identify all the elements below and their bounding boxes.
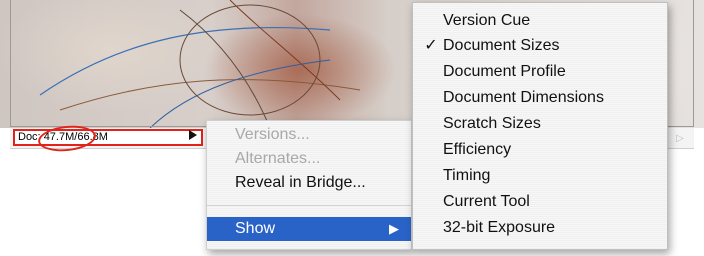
triangle-right-icon (189, 130, 197, 140)
status-context-menu: Versions... Alternates... Reveal in Brid… (206, 120, 412, 250)
submenu-item-current-tool[interactable]: Current Tool (413, 190, 667, 214)
submenu-item-label: Scratch Sizes (443, 115, 541, 132)
submenu-arrow-icon: ▶ (389, 221, 399, 236)
menu-item-label: Alternates... (235, 150, 321, 167)
submenu-item-label: Version Cue (443, 12, 531, 29)
menu-item-alternates[interactable]: Alternates... (207, 147, 411, 171)
submenu-item-version-cue[interactable]: Version Cue (413, 9, 667, 33)
menu-item-label: Show (235, 220, 276, 237)
submenu-item-label: 32-bit Exposure (443, 219, 556, 236)
submenu-item-label: Current Tool (443, 193, 530, 210)
submenu-item-scratch-sizes[interactable]: Scratch Sizes (413, 112, 667, 136)
menu-item-show[interactable]: Show ▶ (207, 217, 411, 241)
show-submenu: Version Cue ✓ Document Sizes Document Pr… (412, 2, 668, 250)
checkmark-icon: ✓ (424, 37, 438, 54)
submenu-item-label: Timing (443, 167, 491, 184)
submenu-item-label: Document Dimensions (443, 89, 604, 106)
submenu-item-label: Efficiency (443, 141, 512, 158)
submenu-item-document-dimensions[interactable]: Document Dimensions (413, 86, 667, 110)
submenu-item-efficiency[interactable]: Efficiency (413, 138, 667, 162)
submenu-item-label: Document Profile (443, 63, 566, 80)
scroll-right-icon[interactable]: ▷ (666, 128, 694, 148)
submenu-item-document-profile[interactable]: Document Profile (413, 60, 667, 84)
submenu-item-document-sizes[interactable]: ✓ Document Sizes (413, 34, 667, 58)
menu-item-label: Reveal in Bridge... (235, 174, 366, 191)
menu-separator (207, 205, 411, 206)
menu-item-versions[interactable]: Versions... (207, 123, 411, 147)
submenu-item-32-bit-exposure[interactable]: 32-bit Exposure (413, 216, 667, 240)
menu-item-label: Versions... (235, 126, 310, 143)
menu-item-reveal-in-bridge[interactable]: Reveal in Bridge... (207, 171, 411, 195)
submenu-item-timing[interactable]: Timing (413, 164, 667, 188)
status-menu-button[interactable] (186, 129, 200, 141)
